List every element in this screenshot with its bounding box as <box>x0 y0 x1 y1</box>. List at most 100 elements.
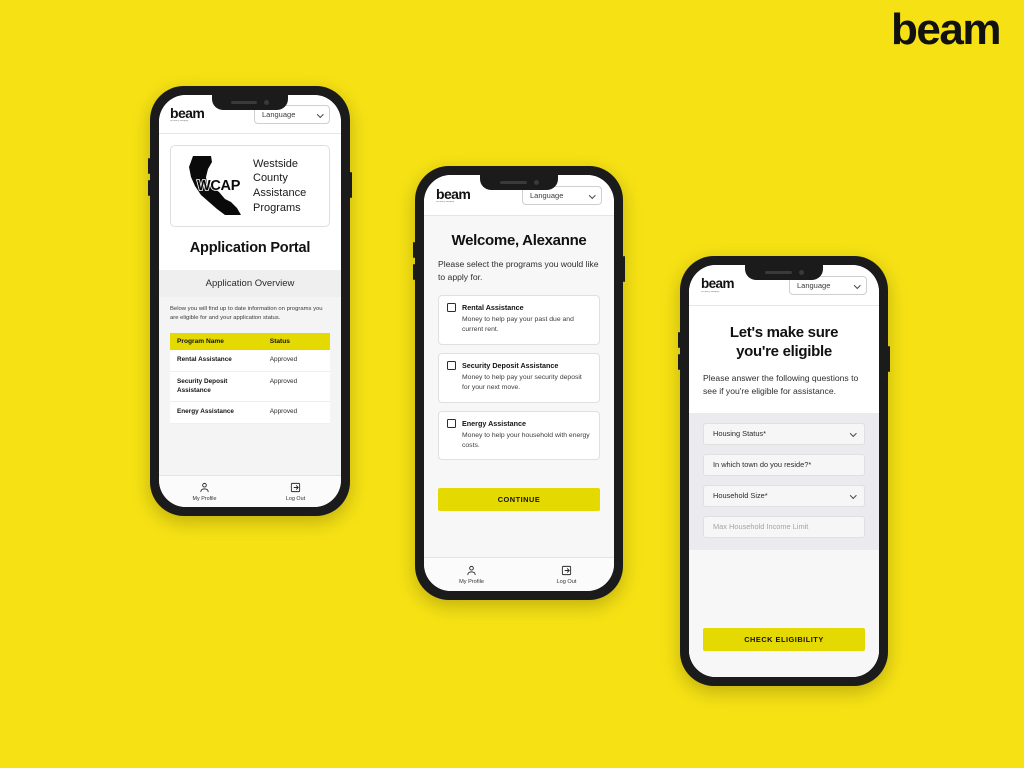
phone1-power-button <box>350 172 352 198</box>
phone1-language-label: Language <box>262 110 296 119</box>
phone3-beam-logo[interactable]: beam formerly edquity <box>701 277 734 293</box>
person-icon <box>200 482 209 492</box>
program-option-energy-assistance[interactable]: Energy Assistance Money to help your hou… <box>438 410 600 461</box>
wcap-acronym-label: WCAP <box>196 177 241 195</box>
table-row[interactable]: Security Deposit Assistance Approved <box>170 371 330 403</box>
phone3-logo-subtext: formerly edquity <box>701 290 720 293</box>
cell-program-name: Energy Assistance <box>170 401 263 424</box>
phone2-power-button <box>623 256 625 282</box>
phone3-volume-up-button <box>678 332 680 348</box>
eligibility-cta-zone: CHECK ELIGIBILITY <box>689 628 879 677</box>
earpiece-speaker-icon <box>499 181 527 184</box>
eligibility-heading: Let's make sure you're eligible <box>689 306 879 372</box>
phone2-beam-logo[interactable]: beam formerly edquity <box>436 186 471 204</box>
eligibility-subtitle: Please answer the following questions to… <box>703 373 859 397</box>
field-label-housing-status: Housing Status* <box>713 429 766 438</box>
phone2-app-body: Welcome, Alexanne Please select the prog… <box>424 216 614 557</box>
phone-mockup-application-portal: beam formerly edquity Language WCAP West… <box>148 86 352 516</box>
phone1-bottom-tabbar: My Profile Log Out <box>159 475 341 507</box>
tab-label-log-out: Log Out <box>285 495 306 502</box>
checkbox-security-deposit-assistance[interactable] <box>447 361 456 371</box>
beam-brand-wordmark: beam <box>891 5 1001 54</box>
phone1-app-body: WCAP Westside County Assistance Programs… <box>159 134 341 475</box>
table-header-row: Program Name Status <box>170 333 330 351</box>
phone1-volume-down-button <box>148 180 150 196</box>
field-placeholder-max-household-income-limit: Max Household Income Limit <box>713 522 809 531</box>
phone3-language-label: Language <box>797 281 831 290</box>
wcap-org-card: WCAP Westside County Assistance Programs <box>170 145 330 227</box>
table-row[interactable]: Rental Assistance Approved <box>170 350 330 372</box>
option-description: Money to help pay your security deposit … <box>462 374 582 392</box>
tab-label-my-profile: My Profile <box>192 495 217 502</box>
option-description: Money to help pay your past due and curr… <box>462 316 574 334</box>
page-title: Application Portal <box>189 240 311 256</box>
phone2-volume-up-button <box>413 242 415 258</box>
field-housing-status[interactable]: Housing Status* <box>703 422 865 445</box>
tab-my-profile[interactable]: My Profile <box>424 558 519 591</box>
earpiece-speaker-icon <box>764 271 792 274</box>
california-state-outline-icon: WCAP <box>181 155 247 217</box>
option-title: Energy Assistance <box>462 418 527 428</box>
column-header-status: Status <box>262 333 330 351</box>
wcap-org-name: Westside County Assistance Programs <box>253 157 307 214</box>
chevron-down-icon <box>849 492 856 499</box>
cell-status: Approved <box>262 350 330 372</box>
welcome-subtitle: Please select the programs you would lik… <box>438 259 599 282</box>
option-title: Security Deposit Assistance <box>462 360 559 370</box>
cell-status: Approved <box>262 401 330 424</box>
check-eligibility-button[interactable]: CHECK ELIGIBILITY <box>703 628 865 651</box>
program-option-rental-assistance[interactable]: Rental Assistance Money to help pay your… <box>438 294 600 345</box>
front-camera-icon <box>798 270 804 275</box>
table-row[interactable]: Energy Assistance Approved <box>170 401 330 424</box>
earpiece-speaker-icon <box>231 101 257 104</box>
phone2-bottom-tabbar: My Profile Log Out <box>424 557 614 591</box>
chevron-down-icon <box>853 282 860 289</box>
logout-arrow-icon <box>290 482 301 492</box>
phone3-power-button <box>888 346 890 372</box>
field-label-household-size: Household Size* <box>713 491 768 500</box>
field-max-household-income-limit[interactable]: Max Household Income Limit <box>703 515 865 538</box>
program-status-table-wrap: Program Name Status Rental Assistance Ap… <box>159 333 341 475</box>
form-spacer <box>689 549 879 628</box>
phone3-notch <box>745 265 823 280</box>
eligibility-heading-line2: you're eligible <box>736 343 832 361</box>
phone3-volume-down-button <box>678 354 680 370</box>
continue-button[interactable]: CONTINUE <box>438 488 600 512</box>
front-camera-icon <box>533 180 539 185</box>
logout-arrow-icon <box>561 565 572 575</box>
cell-program-name: Rental Assistance <box>170 350 263 372</box>
phone1-beam-logo[interactable]: beam formerly edquity <box>170 105 205 123</box>
option-title: Rental Assistance <box>462 302 524 312</box>
welcome-heading: Welcome, Alexanne <box>451 232 587 249</box>
chevron-down-icon <box>316 111 323 118</box>
cell-program-name: Security Deposit Assistance <box>170 371 263 403</box>
tab-my-profile[interactable]: My Profile <box>159 476 250 507</box>
tab-label-log-out: Log Out <box>556 578 577 585</box>
phone1-notch <box>212 95 288 110</box>
option-description: Money to help your household with energy… <box>462 432 590 450</box>
chevron-down-icon <box>588 192 595 199</box>
field-town-of-residence[interactable]: In which town do you reside?* <box>703 453 865 476</box>
application-overview-description: Below you will find up to date informati… <box>159 297 341 334</box>
program-option-security-deposit-assistance[interactable]: Security Deposit Assistance Money to hel… <box>438 352 600 403</box>
checkbox-energy-assistance[interactable] <box>447 419 456 429</box>
cell-status: Approved <box>262 371 330 403</box>
field-household-size[interactable]: Household Size* <box>703 484 865 507</box>
phone1-volume-up-button <box>148 158 150 174</box>
phone2-notch <box>480 175 558 190</box>
phone2-language-label: Language <box>530 191 564 200</box>
phone2-logo-subtext: formerly edquity <box>436 201 455 204</box>
phone2-logo-wordmark: beam <box>436 186 471 203</box>
checkbox-rental-assistance[interactable] <box>447 303 456 313</box>
phone2-screen: beam formerly edquity Language Welcome, … <box>424 175 614 591</box>
phone3-logo-wordmark: beam <box>701 276 734 292</box>
program-status-table: Program Name Status Rental Assistance Ap… <box>170 333 330 424</box>
tab-log-out[interactable]: Log Out <box>519 558 614 591</box>
chevron-down-icon <box>849 430 856 437</box>
phone1-logo-subtext: formerly edquity <box>170 120 189 123</box>
tab-log-out[interactable]: Log Out <box>250 476 341 507</box>
phone3-screen: beam formerly edquity Language Let's mak… <box>689 265 879 677</box>
column-header-program-name: Program Name <box>170 333 263 351</box>
phone1-logo-wordmark: beam <box>170 105 205 122</box>
phone-mockup-eligibility-check: beam formerly edquity Language Let's mak… <box>678 256 890 686</box>
